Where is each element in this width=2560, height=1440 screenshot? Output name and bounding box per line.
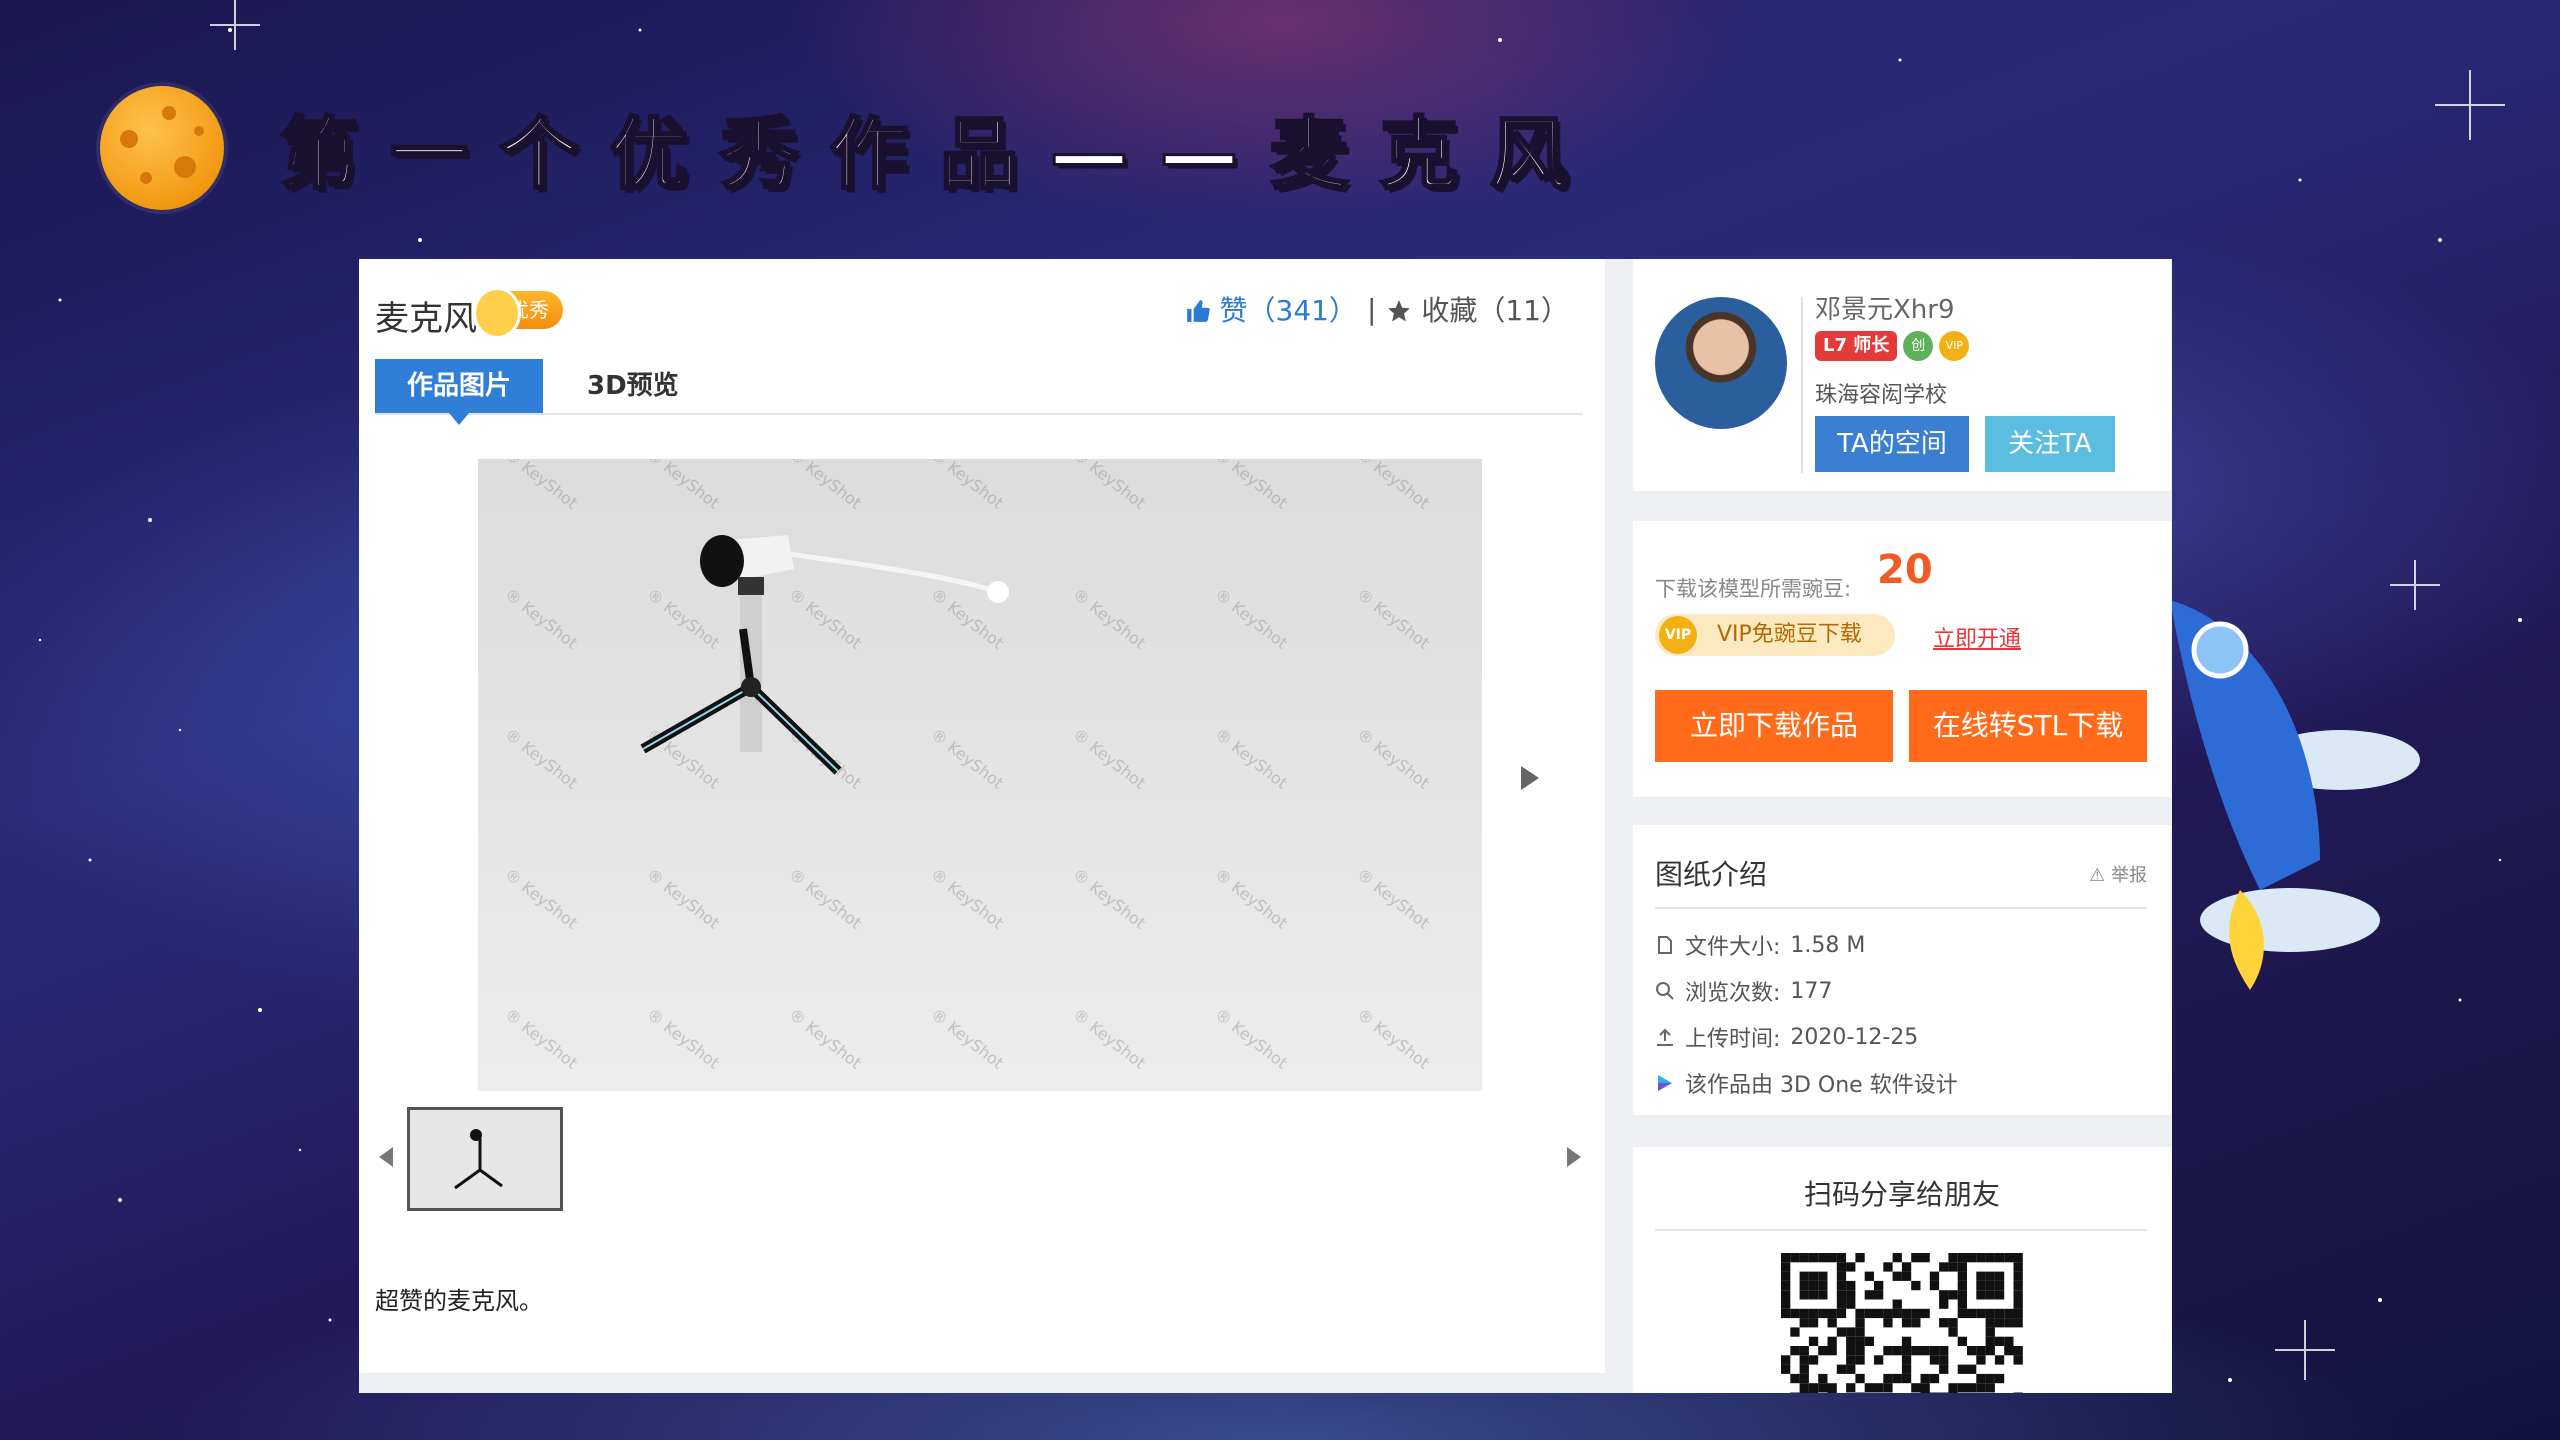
drawing-info-card: 图纸介绍 ⚠ 举报 文件大小: 1.58 M 浏览次数: 177 上传时间: 2… xyxy=(1633,825,2171,1115)
download-work-button[interactable]: 立即下载作品 xyxy=(1655,690,1893,762)
medal-icon xyxy=(473,287,521,339)
info-label: 浏览次数: xyxy=(1685,981,1781,1006)
work-main-card: 麦克风 优秀 赞（341） | 收藏（11） 作品图片 3D预览 ® KeySh… xyxy=(359,259,1605,1373)
excellent-badge: 优秀 xyxy=(473,287,563,339)
vip-icon: VIP xyxy=(1659,616,1697,654)
work-main-image: ® KeyShot ® KeyShot ® KeyShot ® KeyShot ® Ke… xyxy=(478,459,1482,1091)
file-icon xyxy=(1658,936,1672,954)
upload-icon xyxy=(1657,1028,1673,1046)
work-detail-panel: 麦克风 优秀 赞（341） | 收藏（11） 作品图片 3D预览 ® KeySh… xyxy=(359,259,2172,1393)
thumbs-up-icon xyxy=(1186,300,1210,322)
info-label: 上传时间: xyxy=(1685,1027,1781,1052)
star-icon xyxy=(1388,300,1411,322)
like-button[interactable]: 赞（341） xyxy=(1185,289,1357,329)
info-value: 177 xyxy=(1790,978,1833,1004)
slide-title: 第一个优秀作品——麦克风 xyxy=(278,109,1601,202)
image-thumbnail[interactable] xyxy=(407,1107,563,1211)
qr-code-graphic xyxy=(1781,1253,2023,1393)
info-row-file-size: 文件大小: 1.58 M xyxy=(1655,929,1865,961)
divider xyxy=(1655,1229,2147,1231)
report-link[interactable]: ⚠ 举报 xyxy=(2089,861,2147,887)
3done-logo-icon xyxy=(1658,1075,1672,1091)
create-badge-icon: 创 xyxy=(1903,331,1934,361)
favorite-count: （11） xyxy=(1477,294,1569,327)
author-school: 珠海容闳学校 xyxy=(1815,383,1948,408)
report-label: 举报 xyxy=(2111,865,2147,886)
like-count: （341） xyxy=(1247,294,1357,327)
stats-separator: | xyxy=(1367,292,1377,326)
thumbnail-preview xyxy=(454,1129,503,1190)
author-badges: L7 师长 创 VIP xyxy=(1815,331,1970,361)
level-title: 师长 xyxy=(1853,335,1890,356)
tab-3d-preview[interactable]: 3D预览 xyxy=(555,359,711,413)
level-badge: L7 师长 xyxy=(1815,331,1898,361)
vip-badge-icon: VIP xyxy=(1939,331,1970,361)
follow-button[interactable]: 关注TA xyxy=(1985,416,2115,472)
info-row-upload-time: 上传时间: 2020-12-25 xyxy=(1655,1021,1918,1053)
vip-open-link[interactable]: 立即开通 xyxy=(1933,621,2021,653)
work-title: 麦克风 xyxy=(375,299,477,339)
moon-icon xyxy=(100,86,224,210)
info-value: 1.58 M xyxy=(1790,932,1866,958)
vip-free-label: VIP免豌豆下载 xyxy=(1717,622,1862,647)
divider xyxy=(1801,297,1803,473)
info-label: 文件大小: xyxy=(1685,935,1781,960)
qr-code xyxy=(1781,1253,2023,1393)
microphone-render xyxy=(640,535,1009,775)
next-image-arrow[interactable] xyxy=(1521,766,1539,790)
like-label: 赞 xyxy=(1219,294,1248,327)
author-space-button[interactable]: TA的空间 xyxy=(1815,416,1969,472)
download-cost-value: 20 xyxy=(1877,547,1933,593)
level-code: L7 xyxy=(1823,335,1847,356)
tab-work-images[interactable]: 作品图片 xyxy=(375,359,544,425)
views-icon xyxy=(1656,982,1674,1000)
info-label: 该作品由 3D One 软件设计 xyxy=(1685,1073,1958,1098)
info-value: 2020-12-25 xyxy=(1790,1024,1919,1050)
thumbnail-prev-arrow[interactable] xyxy=(379,1147,393,1167)
rocket-illustration xyxy=(2150,600,2420,1050)
divider xyxy=(1655,907,2147,909)
info-title: 图纸介绍 xyxy=(1655,858,1768,891)
download-cost-label: 下载该模型所需豌豆: xyxy=(1655,577,1852,601)
favorite-label: 收藏 xyxy=(1421,294,1478,327)
favorite-button[interactable]: 收藏（11） xyxy=(1386,289,1569,329)
share-card: 扫码分享给朋友 xyxy=(1633,1147,2171,1393)
work-tabs: 作品图片 3D预览 xyxy=(375,359,1583,425)
work-stats: 赞（341） | 收藏（11） xyxy=(1185,289,1569,329)
info-row-software: 该作品由 3D One 软件设计 xyxy=(1655,1067,1958,1099)
download-card: 下载该模型所需豌豆: 20 VIP VIP免豌豆下载 立即开通 立即下载作品 在… xyxy=(1633,521,2171,797)
stl-download-button[interactable]: 在线转STL下载 xyxy=(1909,690,2147,762)
vip-free-download[interactable]: VIP VIP免豌豆下载 xyxy=(1655,614,1895,656)
info-row-views: 浏览次数: 177 xyxy=(1655,975,1832,1007)
work-description: 超赞的麦克风。 xyxy=(375,1287,543,1315)
author-card: 邓景元Xhr9 L7 师长 创 VIP 珠海容闳学校 TA的空间 关注TA xyxy=(1633,259,2171,491)
warning-icon: ⚠ xyxy=(2089,865,2106,886)
share-title: 扫码分享给朋友 xyxy=(1803,1178,2000,1211)
thumbnail-next-arrow[interactable] xyxy=(1567,1147,1581,1167)
slide-header: 第一个优秀作品——麦克风 xyxy=(100,78,1600,218)
avatar[interactable] xyxy=(1655,297,1787,429)
author-name[interactable]: 邓景元Xhr9 xyxy=(1815,289,1955,326)
